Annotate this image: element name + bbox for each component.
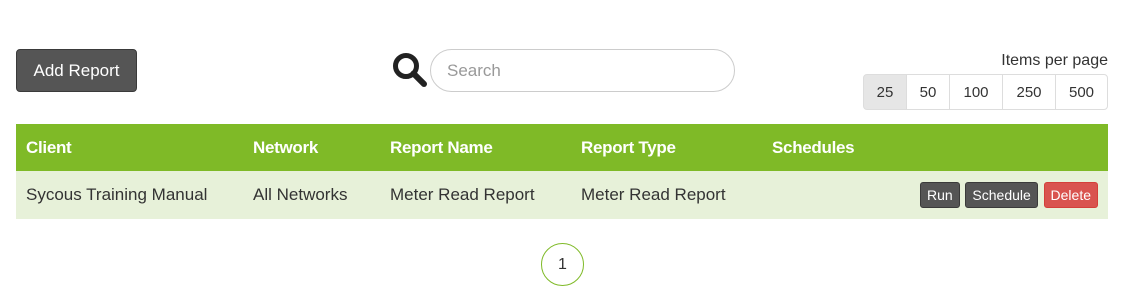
pagination-page-1[interactable]: 1 bbox=[541, 243, 584, 286]
search-input[interactable] bbox=[430, 49, 735, 92]
column-header-report-type[interactable]: Report Type bbox=[571, 124, 762, 171]
items-per-page-50[interactable]: 50 bbox=[906, 74, 950, 110]
column-header-client[interactable]: Client bbox=[16, 124, 243, 171]
search-icon bbox=[393, 53, 427, 87]
cell-report-type: Meter Read Report bbox=[571, 171, 762, 219]
reports-table: Client Network Report Name Report Type S… bbox=[16, 124, 1108, 219]
cell-network: All Networks bbox=[243, 171, 380, 219]
column-header-report-name[interactable]: Report Name bbox=[380, 124, 571, 171]
items-per-page-25[interactable]: 25 bbox=[863, 74, 907, 110]
add-report-button[interactable]: Add Report bbox=[16, 49, 137, 92]
items-per-page-500[interactable]: 500 bbox=[1055, 74, 1108, 110]
column-header-schedules[interactable]: Schedules bbox=[762, 124, 892, 171]
table-row: Sycous Training Manual All Networks Mete… bbox=[16, 171, 1108, 219]
items-per-page-100[interactable]: 100 bbox=[949, 74, 1003, 110]
items-per-page-selector: 25 50 100 250 500 bbox=[863, 74, 1108, 110]
items-per-page-label: Items per page bbox=[1001, 52, 1108, 69]
items-per-page-250[interactable]: 250 bbox=[1002, 74, 1056, 110]
column-header-network[interactable]: Network bbox=[243, 124, 380, 171]
schedule-button[interactable]: Schedule bbox=[965, 182, 1038, 208]
cell-report-name: Meter Read Report bbox=[380, 171, 571, 219]
delete-button[interactable]: Delete bbox=[1043, 182, 1098, 208]
run-button[interactable]: Run bbox=[919, 182, 960, 208]
column-header-actions bbox=[892, 124, 1108, 171]
table-header-row: Client Network Report Name Report Type S… bbox=[16, 124, 1108, 171]
cell-schedules bbox=[762, 171, 892, 219]
cell-client: Sycous Training Manual bbox=[16, 171, 243, 219]
cell-actions: Run Schedule Delete bbox=[892, 171, 1108, 219]
